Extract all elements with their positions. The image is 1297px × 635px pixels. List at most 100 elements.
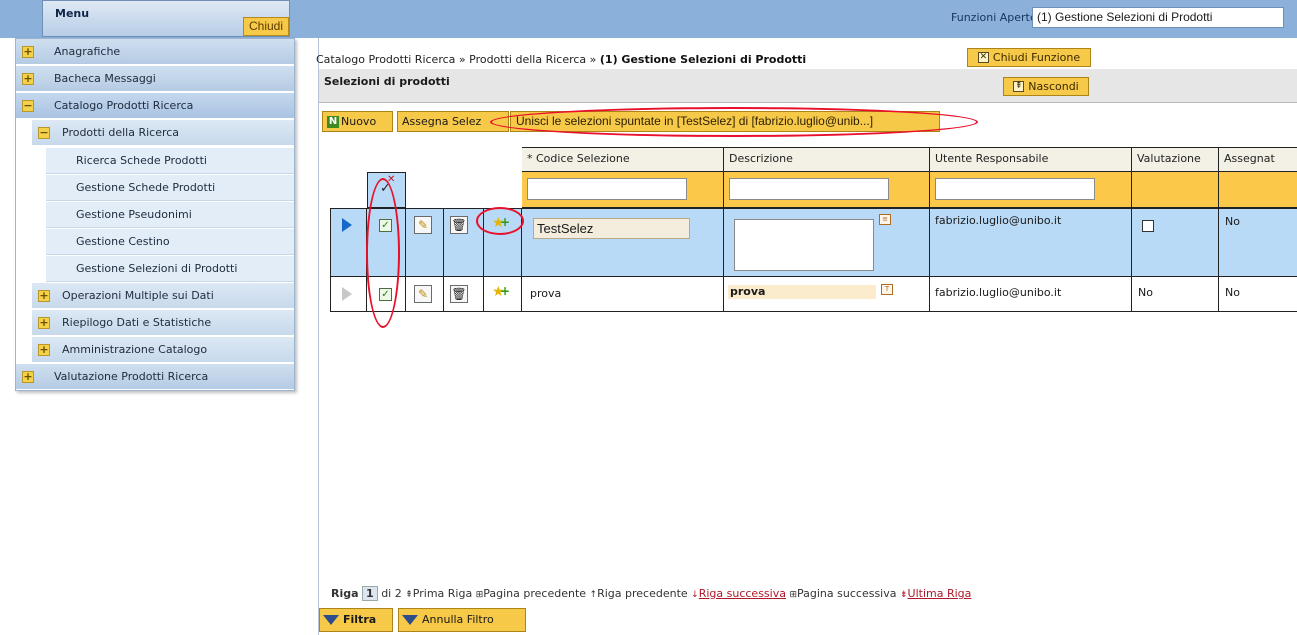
filter-icon — [323, 615, 339, 625]
collapse-icon[interactable]: − — [38, 126, 50, 139]
row2-descrizione: prova — [728, 285, 876, 299]
row1-assegnato: No — [1225, 215, 1240, 228]
menu-item-ricerca-schede[interactable]: Ricerca Schede Prodotti — [46, 148, 294, 174]
row-edit-cell: ✎ — [406, 208, 444, 277]
merge-star-icon[interactable]: ★ + — [492, 284, 510, 299]
sidebar-menu: + Anagrafiche + Bacheca Messaggi − Catal… — [15, 38, 295, 391]
annotation-ellipse-merge-icon — [476, 207, 524, 235]
menu-item-prodotti-ricerca[interactable]: − Prodotti della Ricerca — [32, 120, 294, 146]
annulla-filtro-label: Annulla Filtro — [422, 613, 494, 626]
col-header-codice[interactable]: * Codice Selezione — [522, 147, 724, 172]
menu-item-label: Gestione Selezioni di Prodotti — [76, 262, 238, 275]
row-indicator[interactable] — [330, 208, 367, 277]
row2-codice: prova — [530, 287, 562, 300]
row2-valutazione: No — [1138, 286, 1153, 299]
row2-assegnato: No — [1225, 286, 1240, 299]
menu-title: Menu — [55, 7, 90, 20]
row1-utente: fabrizio.luglio@unibo.it — [935, 214, 1062, 227]
pager-riga-precedente[interactable]: Riga precedente — [597, 587, 688, 600]
filter-assegnato — [1219, 172, 1297, 208]
menu-item-amministrazione[interactable]: + Amministrazione Catalogo — [32, 337, 294, 363]
menu-close-button[interactable]: Chiudi — [243, 17, 289, 36]
col-header-valutazione[interactable]: Valutazione — [1132, 147, 1219, 172]
pager-pagina-precedente[interactable]: Pagina precedente — [483, 587, 586, 600]
descrizione-textarea[interactable] — [734, 219, 874, 271]
filtra-button[interactable]: Filtra — [319, 608, 393, 632]
pager-total: di 2 — [381, 587, 402, 600]
pager-prima-riga[interactable]: Prima Riga — [413, 587, 472, 600]
row-edit-cell: ✎ — [406, 277, 444, 312]
menu-item-label: Gestione Pseudonimi — [76, 208, 192, 221]
panel-title: Selezioni di prodotti — [324, 75, 450, 88]
collapse-icon: ⇞ — [1013, 81, 1025, 92]
nascondi-button[interactable]: ⇞ Nascondi — [1003, 77, 1089, 96]
menu-item-riepilogo[interactable]: + Riepilogo Dati e Statistiche — [32, 310, 294, 336]
collapse-icon[interactable]: − — [22, 99, 34, 112]
menu-item-gestione-pseudonimi[interactable]: Gestione Pseudonimi — [46, 202, 294, 228]
selections-grid: * Codice Selezione Descrizione Utente Re… — [330, 147, 1297, 312]
breadcrumb: Catalogo Prodotti Ricerca » Prodotti del… — [316, 53, 806, 66]
menu-item-label: Operazioni Multiple sui Dati — [62, 289, 214, 302]
menu-item-gestione-selezioni[interactable]: Gestione Selezioni di Prodotti — [46, 256, 294, 282]
clear-filter-icon — [402, 615, 418, 625]
expand-icon[interactable]: + — [38, 289, 50, 302]
current-row-arrow-icon — [342, 218, 352, 232]
close-icon: ✕ — [977, 52, 989, 63]
row2-utente: fabrizio.luglio@unibo.it — [935, 286, 1062, 299]
panel-header: Selezioni di prodotti ⇞ Nascondi — [319, 69, 1297, 103]
expand-icon[interactable]: + — [38, 343, 50, 356]
breadcrumb-catalogo[interactable]: Catalogo Prodotti Ricerca » — [316, 53, 466, 66]
codice-selezione-input[interactable]: TestSelez — [533, 218, 690, 239]
menu-item-anagrafiche[interactable]: + Anagrafiche — [16, 39, 294, 65]
new-icon: N — [327, 116, 339, 128]
edit-note-icon[interactable]: ≡ — [879, 214, 891, 225]
pager-pagina-successiva[interactable]: Pagina successiva — [797, 587, 896, 600]
menu-item-catalogo[interactable]: − Catalogo Prodotti Ricerca — [16, 93, 294, 119]
menu-item-valutazione[interactable]: + Valutazione Prodotti Ricerca — [16, 364, 294, 390]
chiudi-funzione-button[interactable]: ✕ Chiudi Funzione — [967, 48, 1091, 67]
edit-pencil-icon[interactable]: ✎ — [414, 216, 432, 234]
breadcrumb-prodotti[interactable]: Prodotti della Ricerca » — [469, 53, 596, 66]
menu-item-label: Gestione Cestino — [76, 235, 170, 248]
pager-riga-successiva[interactable]: Riga successiva — [699, 587, 786, 600]
breadcrumb-current: (1) Gestione Selezioni di Prodotti — [599, 53, 807, 66]
edit-pencil-icon[interactable]: ✎ — [414, 285, 432, 303]
next-row-icon: ↓ — [691, 590, 699, 600]
menu-item-label: Prodotti della Ricerca — [62, 126, 180, 139]
next-page-icon: ⊞ — [789, 590, 798, 600]
row-delete-cell: 🗑 — [444, 277, 484, 312]
filter-utente-input[interactable] — [935, 178, 1095, 200]
pager-ultima-riga[interactable]: Ultima Riga — [908, 587, 972, 600]
pager-riga-label: Riga — [331, 587, 359, 600]
view-note-icon[interactable]: T — [881, 284, 893, 295]
menu-item-bacheca[interactable]: + Bacheca Messaggi — [16, 66, 294, 92]
pager-current-row[interactable]: 1 — [362, 586, 378, 601]
nuovo-label: Nuovo — [341, 115, 377, 128]
filter-codice — [522, 172, 724, 208]
row-indicator[interactable] — [330, 277, 367, 312]
expand-icon[interactable]: + — [22, 370, 34, 383]
content-divider — [318, 38, 319, 635]
filter-codice-input[interactable] — [527, 178, 687, 200]
menu-item-label: Gestione Schede Prodotti — [76, 181, 216, 194]
expand-icon[interactable]: + — [38, 316, 50, 329]
last-row-icon: ⇟ — [899, 590, 908, 600]
funzioni-aperte-select[interactable]: (1) Gestione Selezioni di Prodotti — [1032, 7, 1284, 28]
expand-icon[interactable]: + — [22, 45, 34, 58]
menu-item-label: Amministrazione Catalogo — [62, 343, 208, 356]
col-header-utente[interactable]: Utente Responsabile — [930, 147, 1132, 172]
expand-icon[interactable]: + — [22, 72, 34, 85]
filtra-label: Filtra — [343, 613, 377, 626]
menu-item-operazioni-multiple[interactable]: + Operazioni Multiple sui Dati — [32, 283, 294, 309]
col-header-assegnato[interactable]: Assegnat — [1219, 147, 1297, 172]
menu-item-gestione-cestino[interactable]: Gestione Cestino — [46, 229, 294, 255]
row-pager: Riga 1 di 2 ⇞Prima Riga ⊞ Pagina preceden… — [331, 586, 971, 601]
menu-item-gestione-schede[interactable]: Gestione Schede Prodotti — [46, 175, 294, 201]
trash-icon[interactable]: 🗑 — [450, 285, 468, 303]
trash-icon[interactable]: 🗑 — [450, 216, 468, 234]
annulla-filtro-button[interactable]: Annulla Filtro — [398, 608, 526, 632]
filter-descrizione-input[interactable] — [729, 178, 889, 200]
valutazione-checkbox[interactable] — [1142, 220, 1154, 232]
col-header-descrizione[interactable]: Descrizione — [724, 147, 930, 172]
nuovo-button[interactable]: N Nuovo — [322, 111, 393, 132]
